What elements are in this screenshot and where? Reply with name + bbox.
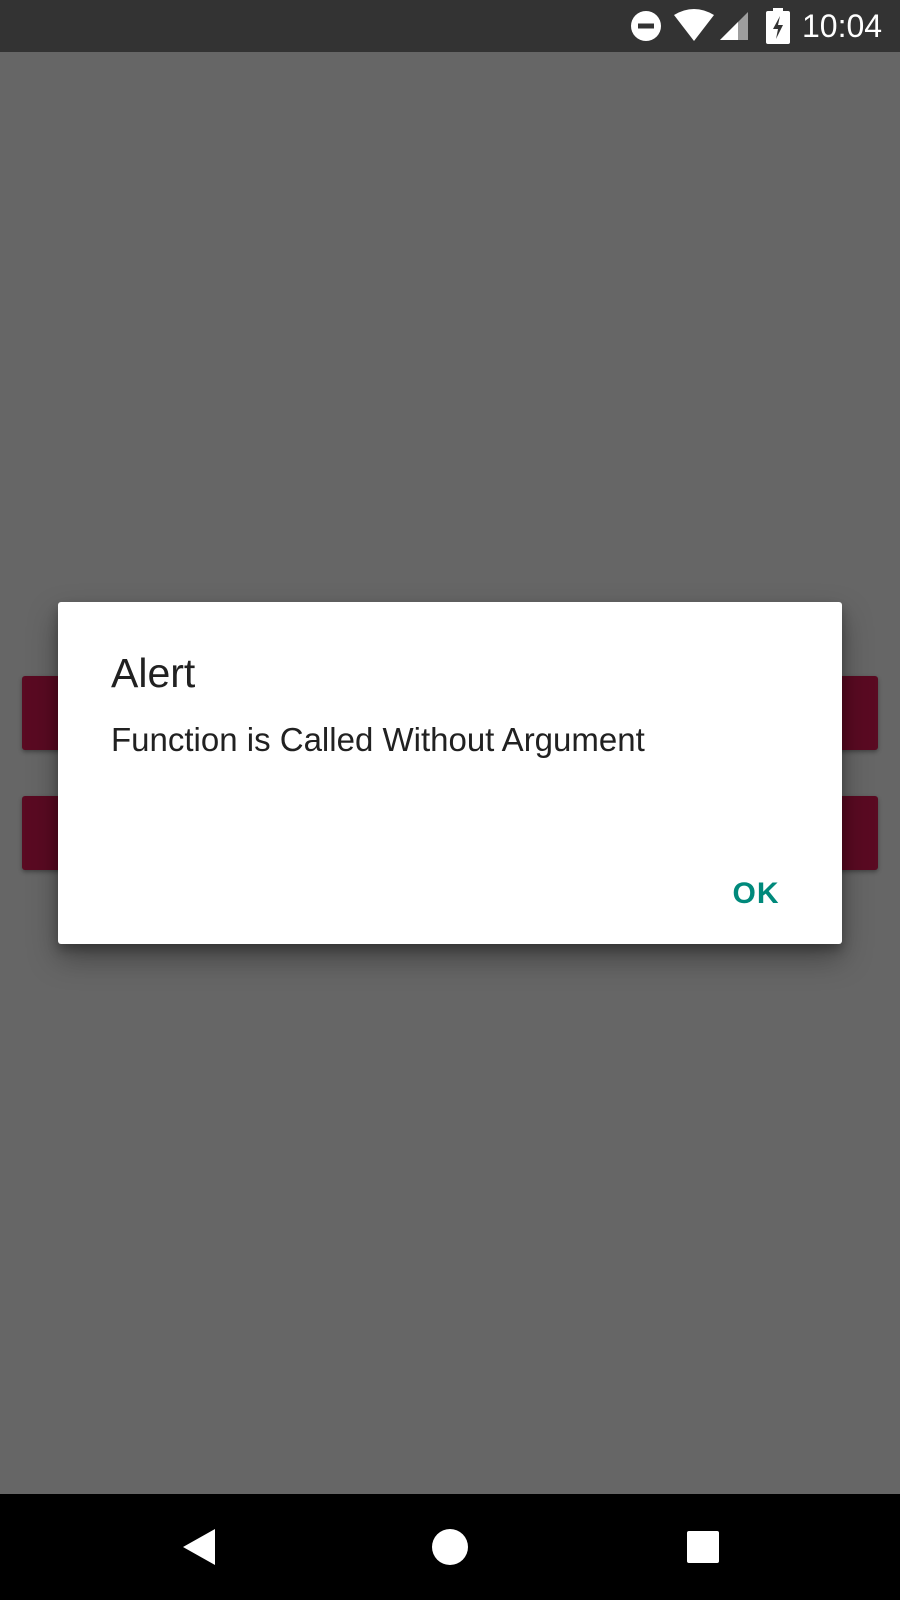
screen: 10:04 Alert Function is Called Without A… <box>0 0 900 1600</box>
recents-icon <box>687 1531 719 1563</box>
do-not-disturb-icon <box>631 11 661 41</box>
recents-button[interactable] <box>668 1514 738 1580</box>
back-icon <box>183 1529 215 1565</box>
home-button[interactable] <box>415 1514 485 1580</box>
alert-dialog: Alert Function is Called Without Argumen… <box>58 602 842 944</box>
dialog-message: Function is Called Without Argument <box>111 721 645 758</box>
wifi-icon <box>674 9 714 41</box>
cell-signal-icon <box>720 12 748 40</box>
status-bar: 10:04 <box>0 0 900 52</box>
ok-button[interactable]: OK <box>708 864 804 924</box>
status-clock: 10:04 <box>802 8 883 44</box>
battery-charging-icon <box>766 8 790 44</box>
navigation-bar <box>0 1494 900 1600</box>
dialog-title: Alert <box>111 650 196 696</box>
home-icon <box>432 1529 468 1565</box>
back-button[interactable] <box>164 1514 234 1580</box>
